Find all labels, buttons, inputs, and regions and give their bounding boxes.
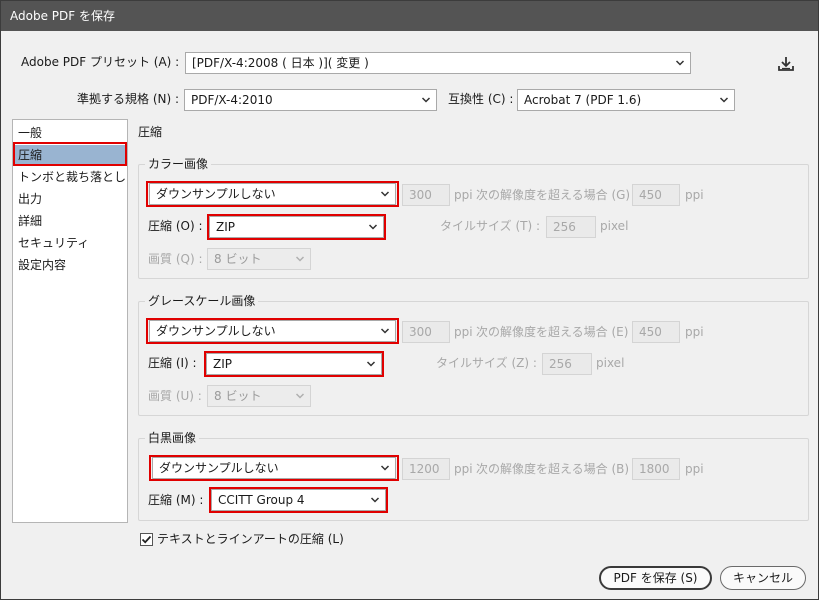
gray-ppi-input[interactable]: 300 (402, 321, 450, 343)
gray-above-unit: ppi (685, 325, 704, 339)
save-pdf-dialog: Adobe PDF を保存 Adobe PDF プリセット (A) : [PDF… (0, 0, 819, 600)
color-ppi-unit: ppi (454, 188, 473, 202)
preset-value: [PDF/X-4:2008 ( 日本 )]( 変更 ) (192, 56, 369, 70)
sidebar-item-general[interactable]: 一般 (13, 123, 127, 144)
gray-downsample-value: ダウンサンプルしない (156, 324, 276, 338)
category-list: 一般 圧縮 トンボと裁ち落とし 出力 詳細 セキュリティ 設定内容 (12, 119, 128, 523)
gray-tile-unit: pixel (596, 356, 625, 370)
color-quality-label: 画質 (Q) : (148, 252, 203, 266)
color-compression-label: 圧縮 (O) : (148, 219, 203, 233)
standard-value: PDF/X-4:2010 (191, 93, 273, 107)
mono-ppi-unit: ppi (454, 462, 473, 476)
mono-downsample-select[interactable]: ダウンサンプルしない (152, 457, 396, 479)
save-preset-icon[interactable] (776, 55, 796, 73)
chevron-down-icon (366, 361, 376, 367)
chevron-down-icon (719, 97, 729, 103)
color-tile-input[interactable]: 256 (546, 216, 596, 238)
gray-above-input[interactable]: 450 (632, 321, 680, 343)
sidebar-item-output[interactable]: 出力 (13, 189, 127, 210)
gray-group-title: グレースケール画像 (145, 293, 259, 309)
window-title: Adobe PDF を保存 (1, 1, 818, 31)
color-ppi-input[interactable]: 300 (402, 184, 450, 206)
mono-compression-select[interactable]: CCITT Group 4 (211, 489, 386, 511)
preset-select[interactable]: [PDF/X-4:2008 ( 日本 )]( 変更 ) (185, 52, 691, 74)
chevron-down-icon (380, 465, 390, 471)
save-pdf-button[interactable]: PDF を保存 (S) (599, 566, 712, 590)
compat-label: 互換性 (C) : (448, 92, 514, 106)
gray-compression-select[interactable]: ZIP (206, 353, 382, 375)
gray-quality-select[interactable]: 8 ビット (207, 385, 311, 407)
mono-above-unit: ppi (685, 462, 704, 476)
color-tile-label: タイルサイズ (T) : (440, 219, 541, 233)
cancel-button[interactable]: キャンセル (720, 566, 806, 590)
color-group-title: カラー画像 (145, 156, 212, 172)
chevron-down-icon (370, 497, 380, 503)
sidebar-item-marks-bleeds[interactable]: トンボと裁ち落とし (13, 167, 127, 188)
text-compress-label: テキストとラインアートの圧縮 (L) (157, 532, 344, 546)
mono-group-title: 白黒画像 (145, 430, 200, 446)
chevron-down-icon (380, 328, 390, 334)
text-compress-checkbox[interactable] (140, 533, 153, 546)
color-downsample-select[interactable]: ダウンサンプルしない (149, 183, 396, 205)
preset-label: Adobe PDF プリセット (A) : (21, 55, 180, 69)
standard-label: 準拠する規格 (N) : (77, 92, 180, 106)
color-above-label: 次の解像度を超える場合 (G) (476, 188, 631, 202)
gray-downsample-select[interactable]: ダウンサンプルしない (149, 320, 396, 342)
mono-compression-value: CCITT Group 4 (218, 493, 305, 507)
gray-tile-input[interactable]: 256 (542, 353, 592, 375)
gray-quality-value: 8 ビット (214, 389, 262, 403)
chevron-down-icon (421, 97, 431, 103)
mono-downsample-value: ダウンサンプルしない (159, 461, 279, 475)
gray-compression-label: 圧縮 (I) : (148, 356, 197, 370)
gray-tile-label: タイルサイズ (Z) : (436, 356, 537, 370)
color-downsample-value: ダウンサンプルしない (156, 187, 276, 201)
color-quality-select[interactable]: 8 ビット (207, 248, 311, 270)
mono-above-input[interactable]: 1800 (632, 458, 680, 480)
color-compression-value: ZIP (216, 220, 235, 234)
color-above-input[interactable]: 450 (632, 184, 680, 206)
color-compression-select[interactable]: ZIP (209, 216, 384, 238)
gray-ppi-unit: ppi (454, 325, 473, 339)
compat-select[interactable]: Acrobat 7 (PDF 1.6) (517, 89, 735, 111)
compat-value: Acrobat 7 (PDF 1.6) (524, 93, 642, 107)
color-above-unit: ppi (685, 188, 704, 202)
sidebar-item-advanced[interactable]: 詳細 (13, 211, 127, 232)
color-quality-value: 8 ビット (214, 252, 262, 266)
chevron-down-icon (380, 191, 390, 197)
mono-ppi-input[interactable]: 1200 (402, 458, 450, 480)
chevron-down-icon (295, 393, 305, 399)
sidebar-item-compression[interactable]: 圧縮 (13, 145, 127, 166)
chevron-down-icon (295, 256, 305, 262)
sidebar-item-security[interactable]: セキュリティ (13, 233, 127, 254)
checkmark-icon (141, 535, 152, 544)
gray-above-label: 次の解像度を超える場合 (E) (476, 325, 629, 339)
mono-above-label: 次の解像度を超える場合 (B) (476, 462, 630, 476)
sidebar-item-summary[interactable]: 設定内容 (13, 255, 127, 276)
section-title: 圧縮 (138, 125, 163, 139)
chevron-down-icon (368, 224, 378, 230)
chevron-down-icon (675, 60, 685, 66)
standard-select[interactable]: PDF/X-4:2010 (184, 89, 437, 111)
color-tile-unit: pixel (600, 219, 629, 233)
gray-quality-label: 画質 (U) : (148, 389, 202, 403)
mono-compression-label: 圧縮 (M) : (148, 493, 204, 507)
gray-compression-value: ZIP (213, 357, 232, 371)
